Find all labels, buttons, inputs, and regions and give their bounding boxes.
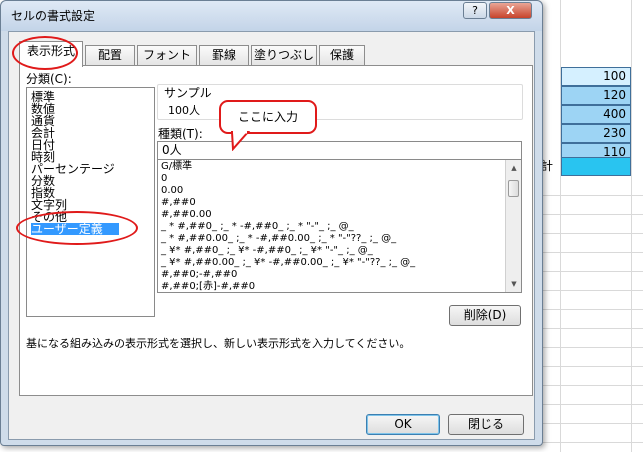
type-label: 種類(T): xyxy=(158,127,203,141)
close-window-button[interactable]: X xyxy=(489,2,532,19)
grid-line xyxy=(540,385,643,386)
type-input[interactable]: 0人 xyxy=(157,141,522,160)
grid-line xyxy=(540,442,643,443)
tab-font[interactable]: フォント xyxy=(137,45,197,66)
grid-line xyxy=(540,347,643,348)
scroll-down-icon[interactable]: ▼ xyxy=(507,277,521,291)
tab-protection[interactable]: 保護 xyxy=(319,45,365,66)
grid-line xyxy=(540,252,643,253)
scroll-thumb[interactable] xyxy=(508,180,519,197)
list-item[interactable]: #,##0.00 xyxy=(161,209,212,220)
tab-border[interactable]: 罫線 xyxy=(199,45,249,66)
list-item[interactable]: #,##0;-#,##0 xyxy=(161,269,237,280)
scroll-up-icon[interactable]: ▲ xyxy=(507,161,521,175)
grid-line xyxy=(540,271,643,272)
sample-label: サンプル xyxy=(164,86,212,100)
format-list[interactable]: G/標準 0 0.00 #,##0 #,##0.00 _ * #,##0_ ;_… xyxy=(157,159,522,293)
description-text: 基になる組み込みの表示形式を選択し、新しい表示形式を入力してください。 xyxy=(26,337,411,350)
close-button[interactable]: 閉じる xyxy=(448,414,524,435)
list-item[interactable]: _ * #,##0.00_ ;_ * -#,##0.00_ ;_ * "-"??… xyxy=(161,233,396,244)
grid-line xyxy=(540,214,643,215)
tab-alignment[interactable]: 配置 xyxy=(85,45,135,66)
ok-button[interactable]: OK xyxy=(366,414,440,435)
callout-tail-icon xyxy=(230,131,251,151)
dialog-title: セルの書式設定 xyxy=(11,9,96,23)
grid-line xyxy=(540,309,643,310)
grid-line xyxy=(540,366,643,367)
sample-value: 100人 xyxy=(168,104,200,117)
grid-line xyxy=(540,195,643,196)
sheet-partial-label: 計 xyxy=(541,159,554,173)
grid-line xyxy=(540,404,643,405)
annotation-circle-tab xyxy=(12,36,78,70)
help-button[interactable]: ? xyxy=(463,2,487,19)
grid-line xyxy=(540,233,643,234)
category-label: 分類(C): xyxy=(26,72,72,86)
annotation-circle-category xyxy=(16,211,138,245)
format-list-scrollbar[interactable]: ▲ ▼ xyxy=(505,160,521,292)
list-item[interactable]: 0 xyxy=(161,173,167,184)
delete-button[interactable]: 削除(D) xyxy=(449,305,521,326)
list-item[interactable]: _ ¥* #,##0_ ;_ ¥* -#,##0_ ;_ ¥* "-"_ ;_ … xyxy=(161,245,373,256)
sheet-cell[interactable]: 100 xyxy=(561,67,631,86)
grid-line xyxy=(540,290,643,291)
sample-group: サンプル 100人 xyxy=(157,84,523,120)
tab-fill[interactable]: 塗りつぶし xyxy=(251,45,317,66)
list-item[interactable]: #,##0;[赤]-#,##0 xyxy=(161,281,255,292)
sheet-cell-selected[interactable] xyxy=(561,157,631,176)
list-item[interactable]: _ ¥* #,##0.00_ ;_ ¥* -#,##0.00_ ;_ ¥* "-… xyxy=(161,257,415,268)
list-item[interactable]: G/標準 xyxy=(161,161,192,172)
sheet-cell[interactable]: 400 xyxy=(561,105,631,124)
grid-line xyxy=(540,423,643,424)
callout-bubble: ここに入力 xyxy=(219,100,317,134)
sheet-cell[interactable]: 120 xyxy=(561,86,631,105)
title-bar[interactable]: セルの書式設定 ? X xyxy=(1,1,542,31)
grid-line xyxy=(540,328,643,329)
list-item[interactable]: _ * #,##0_ ;_ * -#,##0_ ;_ * "-"_ ;_ @_ xyxy=(161,221,354,232)
category-list[interactable]: 標準 数値 通貨 会計 日付 時刻 パーセンテージ 分数 指数 文字列 その他 … xyxy=(26,87,155,317)
list-item[interactable]: 0.00 xyxy=(161,185,183,196)
list-item[interactable]: #,##0 xyxy=(161,197,196,208)
sheet-cell[interactable]: 230 xyxy=(561,124,631,143)
